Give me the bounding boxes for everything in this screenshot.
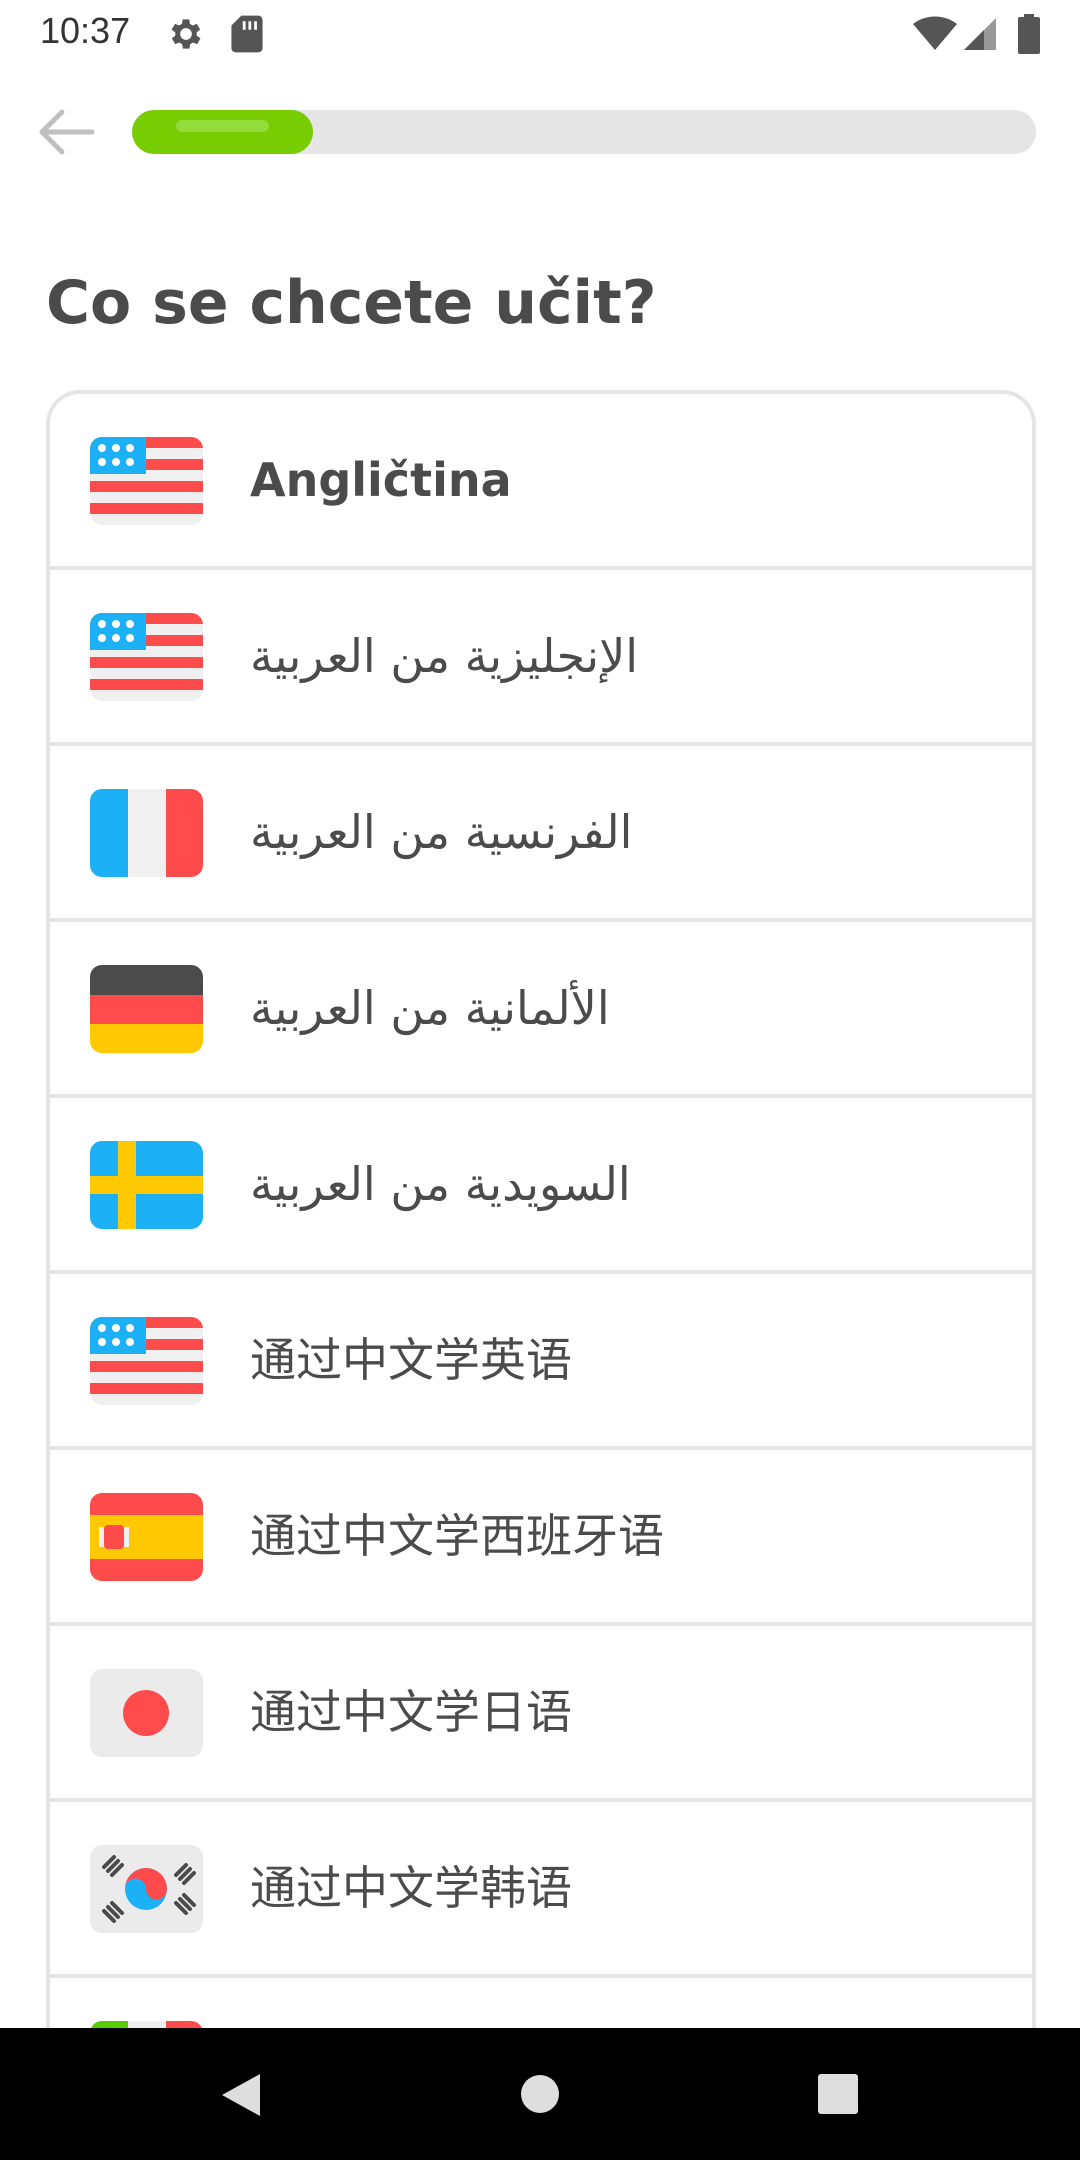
status-bar: 10:37: [0, 0, 1080, 70]
course-label: 通过中文学日语: [250, 1685, 572, 1739]
course-item-swedish-from-arabic[interactable]: السويدية من العربية: [50, 1098, 1032, 1274]
sd-card-icon: [231, 15, 263, 53]
course-item-japanese-from-chinese[interactable]: 通过中文学日语: [50, 1626, 1032, 1802]
nav-home-icon[interactable]: [521, 2075, 559, 2113]
usa-flag-icon: [90, 437, 203, 525]
course-label: الإنجليزية من العربية: [250, 629, 639, 683]
sweden-flag-icon: [90, 1141, 203, 1229]
usa-flag-icon: [90, 1317, 203, 1405]
nav-recents-icon[interactable]: [818, 2074, 858, 2114]
course-label: 通过中文学韩语: [250, 1861, 572, 1915]
status-time: 10:37: [40, 10, 131, 51]
system-nav-bar: [0, 2028, 1080, 2160]
japan-flag-icon: [90, 1669, 203, 1757]
korea-flag-icon: [90, 1845, 203, 1933]
course-item-english-from-chinese[interactable]: 通过中文学英语: [50, 1274, 1032, 1450]
page-title: Co se chcete učit?: [46, 268, 657, 338]
nav-back-icon[interactable]: [216, 2070, 266, 2120]
progress-bar: [132, 110, 1036, 154]
gear-icon: [171, 19, 201, 49]
course-item-french-from-arabic[interactable]: الفرنسية من العربية: [50, 746, 1032, 922]
course-item-english-from-czech[interactable]: Angličtina: [50, 394, 1032, 570]
course-item-korean-from-chinese[interactable]: 通过中文学韩语: [50, 1802, 1032, 1978]
usa-flag-icon: [90, 613, 203, 701]
course-label: الفرنسية من العربية: [250, 805, 633, 859]
course-label: 通过中文学西班牙语: [250, 1509, 664, 1563]
course-item-spanish-from-chinese[interactable]: 通过中文学西班牙语: [50, 1450, 1032, 1626]
course-label: السويدية من العربية: [250, 1157, 631, 1211]
progress-fill: [132, 110, 313, 154]
course-item-english-from-arabic[interactable]: الإنجليزية من العربية: [50, 570, 1032, 746]
back-button[interactable]: [34, 100, 98, 164]
progress-highlight: [176, 120, 269, 132]
course-label: Angličtina: [250, 453, 512, 507]
course-label: الألمانية من العربية: [250, 981, 610, 1035]
course-item-partial[interactable]: [50, 1978, 1032, 2030]
course-list: Angličtina الإنجليزية من العربية الفرنسي…: [46, 390, 1036, 2030]
course-label: 通过中文学英语: [250, 1333, 572, 1387]
arrow-left-icon: [39, 109, 95, 155]
signal-icon: [964, 18, 996, 50]
spain-flag-icon: [90, 1493, 203, 1581]
battery-icon: [1018, 14, 1040, 54]
france-flag-icon: [90, 789, 203, 877]
course-item-german-from-arabic[interactable]: الألمانية من العربية: [50, 922, 1032, 1098]
germany-flag-icon: [90, 965, 203, 1053]
wifi-icon: [913, 16, 957, 50]
